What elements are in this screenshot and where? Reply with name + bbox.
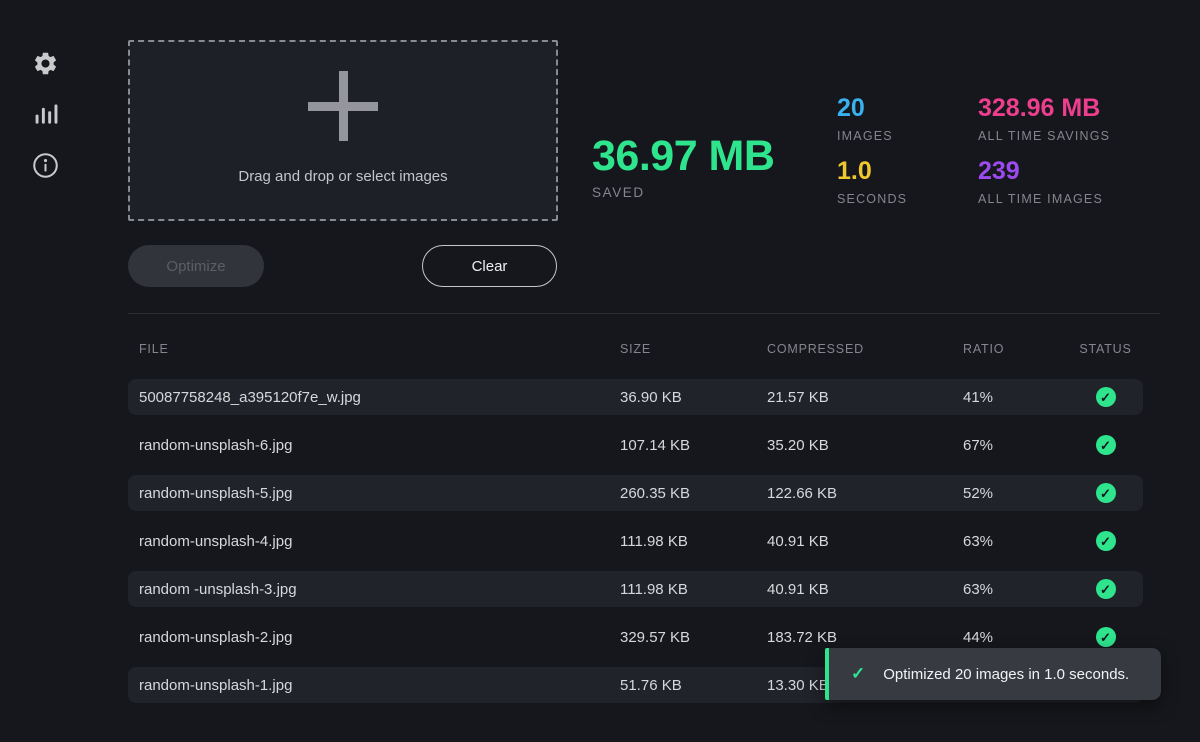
table-row: random-unsplash-5.jpg 260.35 KB 122.66 K… — [128, 475, 1143, 511]
status-cell: ✓ — [1068, 531, 1143, 551]
images-stat: 20 IMAGES — [837, 96, 907, 143]
compressed-cell: 21.57 KB — [767, 389, 963, 406]
header-status: STATUS — [1068, 342, 1143, 356]
info-icon — [32, 152, 59, 179]
table-row: random-unsplash-4.jpg 111.98 KB 40.91 KB… — [128, 523, 1143, 559]
table-header: FILE SIZE COMPRESSED RATIO STATUS — [128, 331, 1143, 367]
size-cell: 329.57 KB — [620, 629, 767, 646]
bar-chart-icon — [32, 100, 59, 127]
status-done-icon: ✓ — [1096, 387, 1116, 407]
status-done-icon: ✓ — [1096, 627, 1116, 647]
clear-button[interactable]: Clear — [422, 245, 557, 287]
ratio-cell: 63% — [963, 581, 1068, 598]
status-cell: ✓ — [1068, 627, 1143, 647]
file-cell: random-unsplash-6.jpg — [139, 437, 620, 454]
saved-stat: 36.97 MB SAVED — [592, 133, 774, 200]
plus-icon — [308, 71, 378, 141]
session-stats: 20 IMAGES 1.0 SECONDS — [837, 96, 907, 222]
table-divider — [128, 313, 1160, 314]
size-cell: 36.90 KB — [620, 389, 767, 406]
size-cell: 51.76 KB — [620, 677, 767, 694]
app-window: Drag and drop or select images Optimize … — [0, 0, 1200, 742]
compressed-cell: 183.72 KB — [767, 629, 963, 646]
seconds-stat: 1.0 SECONDS — [837, 159, 907, 206]
sidebar-item-stats[interactable] — [29, 97, 61, 129]
status-done-icon: ✓ — [1096, 531, 1116, 551]
all-time-savings-stat: 328.96 MB ALL TIME SAVINGS — [978, 96, 1110, 143]
status-done-icon: ✓ — [1096, 579, 1116, 599]
saved-label: SAVED — [592, 185, 774, 200]
ratio-cell: 41% — [963, 389, 1068, 406]
status-cell: ✓ — [1068, 483, 1143, 503]
ratio-cell: 63% — [963, 533, 1068, 550]
file-cell: 50087758248_a395120f7e_w.jpg — [139, 389, 620, 406]
file-cell: random-unsplash-1.jpg — [139, 677, 620, 694]
status-cell: ✓ — [1068, 579, 1143, 599]
all-time-stats: 328.96 MB ALL TIME SAVINGS 239 ALL TIME … — [978, 96, 1110, 222]
status-done-icon: ✓ — [1096, 435, 1116, 455]
saved-value: 36.97 MB — [592, 133, 774, 180]
dropzone[interactable]: Drag and drop or select images — [128, 40, 558, 221]
status-cell: ✓ — [1068, 387, 1143, 407]
all-time-images-stat: 239 ALL TIME IMAGES — [978, 159, 1110, 206]
images-value: 20 — [837, 96, 907, 121]
all-time-images-label: ALL TIME IMAGES — [978, 192, 1110, 206]
optimize-button[interactable]: Optimize — [128, 245, 264, 287]
gear-icon — [32, 50, 59, 77]
size-cell: 260.35 KB — [620, 485, 767, 502]
toast[interactable]: ✓ Optimized 20 images in 1.0 seconds. — [825, 648, 1161, 700]
sidebar-item-settings[interactable] — [29, 47, 61, 79]
ratio-cell: 44% — [963, 629, 1068, 646]
file-cell: random-unsplash-2.jpg — [139, 629, 620, 646]
all-time-images-value: 239 — [978, 159, 1110, 184]
all-time-savings-label: ALL TIME SAVINGS — [978, 129, 1110, 143]
check-icon: ✓ — [851, 664, 865, 684]
compressed-cell: 40.91 KB — [767, 533, 963, 550]
compressed-cell: 122.66 KB — [767, 485, 963, 502]
compressed-cell: 40.91 KB — [767, 581, 963, 598]
header-compressed: COMPRESSED — [767, 342, 963, 356]
sidebar-item-about[interactable] — [29, 149, 61, 181]
header-ratio: RATIO — [963, 342, 1068, 356]
status-done-icon: ✓ — [1096, 483, 1116, 503]
header-size: SIZE — [620, 342, 767, 356]
size-cell: 111.98 KB — [620, 533, 767, 550]
header-file: FILE — [139, 342, 620, 356]
toast-message: Optimized 20 images in 1.0 seconds. — [883, 666, 1129, 683]
seconds-label: SECONDS — [837, 192, 907, 206]
file-cell: random -unsplash-3.jpg — [139, 581, 620, 598]
dropzone-label: Drag and drop or select images — [238, 168, 447, 185]
table-row: random -unsplash-3.jpg 111.98 KB 40.91 K… — [128, 571, 1143, 607]
size-cell: 111.98 KB — [620, 581, 767, 598]
compressed-cell: 35.20 KB — [767, 437, 963, 454]
table-row: 50087758248_a395120f7e_w.jpg 36.90 KB 21… — [128, 379, 1143, 415]
ratio-cell: 67% — [963, 437, 1068, 454]
file-cell: random-unsplash-5.jpg — [139, 485, 620, 502]
ratio-cell: 52% — [963, 485, 1068, 502]
all-time-savings-value: 328.96 MB — [978, 96, 1110, 121]
status-cell: ✓ — [1068, 435, 1143, 455]
table-row: random-unsplash-6.jpg 107.14 KB 35.20 KB… — [128, 427, 1143, 463]
images-label: IMAGES — [837, 129, 907, 143]
size-cell: 107.14 KB — [620, 437, 767, 454]
file-cell: random-unsplash-4.jpg — [139, 533, 620, 550]
seconds-value: 1.0 — [837, 159, 907, 184]
